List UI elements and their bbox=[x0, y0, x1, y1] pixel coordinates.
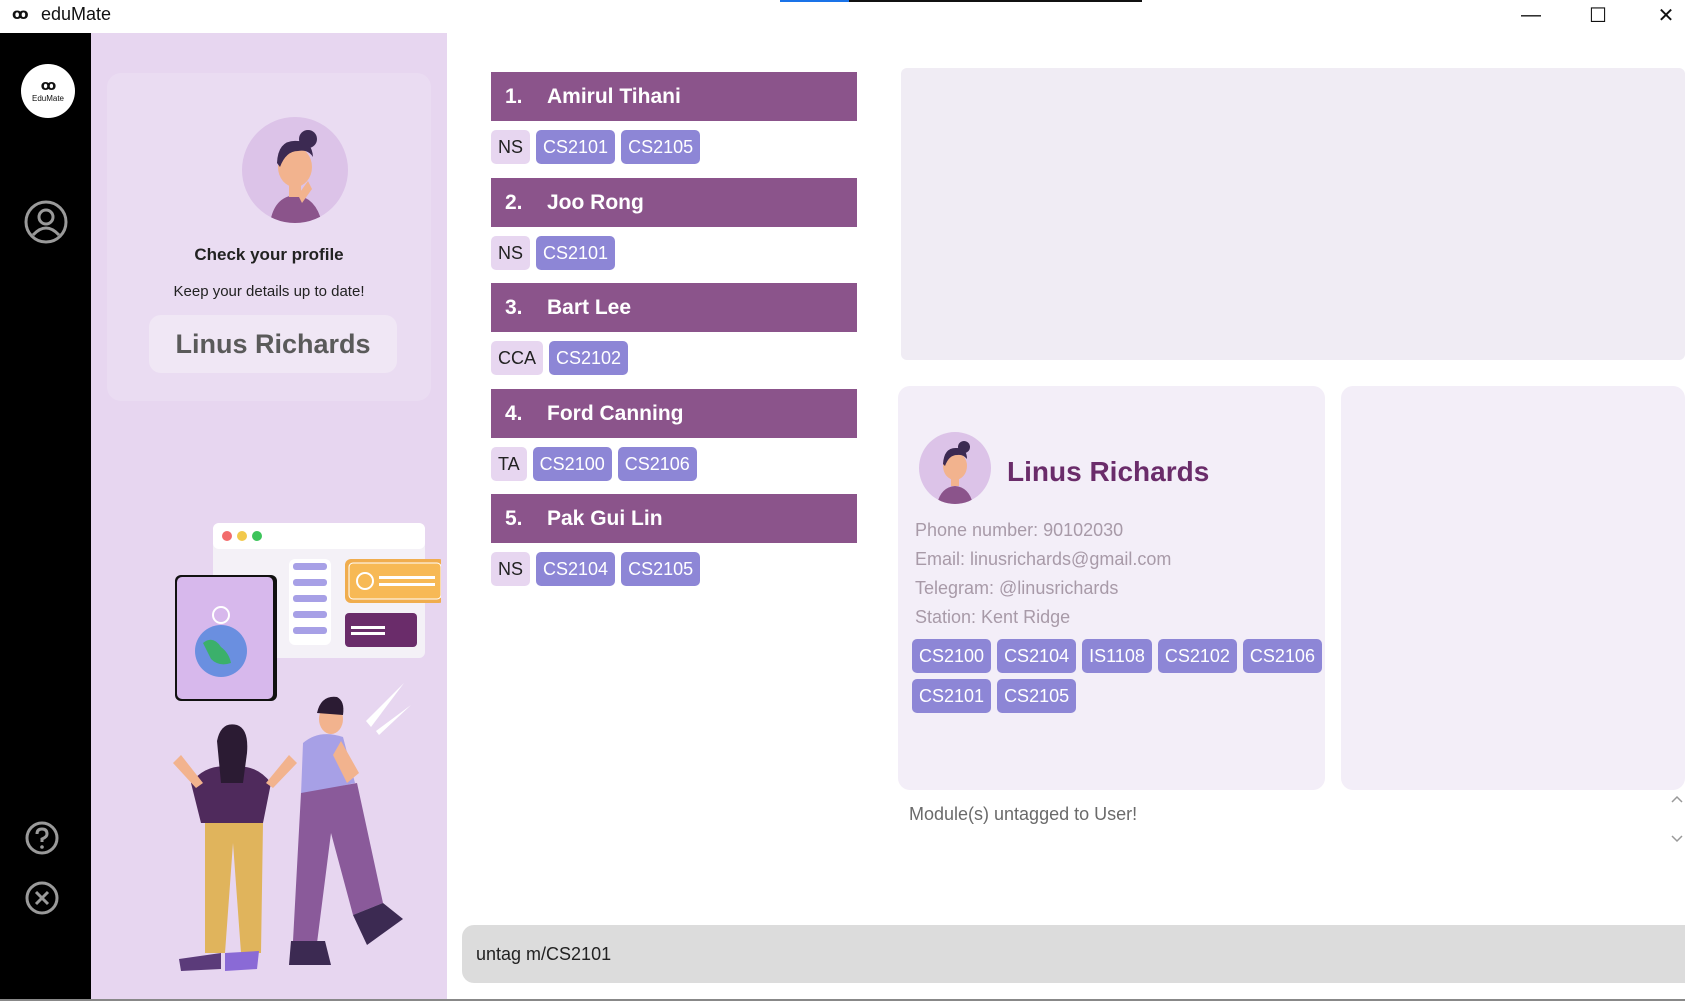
maximize-button[interactable]: ☐ bbox=[1575, 0, 1621, 30]
detail-module-tags: CS2100 CS2104 IS1108 CS2102 CS2106 CS2101 CS21… bbox=[912, 639, 1322, 713]
contact-name: Pak Gui Lin bbox=[547, 506, 663, 530]
contact-index: 3. bbox=[505, 295, 523, 319]
contact-tags: TA CS2100 CS2106 bbox=[491, 447, 857, 481]
group-tag: TA bbox=[491, 447, 527, 481]
contact-index: 4. bbox=[505, 401, 523, 425]
module-tag: CS2104 bbox=[997, 639, 1077, 673]
avatar bbox=[242, 117, 348, 223]
module-tag: CS2101 bbox=[536, 130, 616, 164]
contact-list-panel: 1. Amirul Tihani NS CS2101 CS2105 2. Joo Rong N… bbox=[462, 50, 870, 910]
command-input[interactable] bbox=[476, 925, 1666, 983]
module-tag: IS1108 bbox=[1082, 639, 1152, 673]
help-icon[interactable] bbox=[23, 820, 61, 858]
empty-display-area bbox=[901, 68, 1685, 360]
detail-name: Linus Richards bbox=[1007, 456, 1210, 487]
glasses-icon: ꝏ bbox=[40, 77, 57, 94]
group-tag: NS bbox=[491, 552, 531, 586]
detail-email: Email: linusrichards@gmail.com bbox=[915, 549, 1172, 569]
contact-header[interactable]: 3. Bart Lee bbox=[491, 283, 857, 332]
nav-sidebar: ꝏ EduMate bbox=[0, 33, 91, 999]
edumate-logo[interactable]: ꝏ EduMate bbox=[21, 64, 75, 118]
contact-card[interactable]: 2. Joo Rong NS CS2101 bbox=[491, 178, 857, 270]
contact-card[interactable]: 5. Pak Gui Lin NS CS2104 CS2105 bbox=[491, 494, 857, 586]
module-tag: CS2102 bbox=[549, 341, 629, 375]
module-tag: CS2101 bbox=[536, 236, 616, 270]
profile-name[interactable]: Linus Richards bbox=[149, 315, 397, 373]
detail-panel: Linus Richards Phone number: 90102030 Em… bbox=[882, 50, 1685, 910]
contact-name: Joo Rong bbox=[547, 190, 644, 214]
module-tag: CS2105 bbox=[621, 552, 701, 586]
contact-index: 1. bbox=[505, 84, 523, 108]
contact-name: Ford Canning bbox=[547, 401, 684, 425]
contact-tags: NS CS2101 bbox=[491, 236, 857, 270]
module-tag: CS2105 bbox=[621, 130, 701, 164]
contact-header[interactable]: 5. Pak Gui Lin bbox=[491, 494, 857, 543]
avatar bbox=[919, 432, 991, 504]
avatar-illustration bbox=[270, 130, 322, 223]
contact-detail-card: Linus Richards Phone number: 90102030 Em… bbox=[898, 386, 1325, 790]
close-button[interactable]: ✕ bbox=[1643, 0, 1685, 30]
contact-header[interactable]: 4. Ford Canning bbox=[491, 389, 857, 438]
secondary-card bbox=[1341, 386, 1685, 790]
module-tag: CS2100 bbox=[912, 639, 992, 673]
app-logo-icon: ꝏ bbox=[12, 5, 29, 23]
logo-text: EduMate bbox=[31, 93, 65, 103]
profile-card[interactable]: Check your profile Keep your details up … bbox=[107, 73, 431, 401]
module-tag: CS2105 bbox=[997, 679, 1077, 713]
contact-name: Bart Lee bbox=[547, 295, 632, 319]
detail-phone: Phone number: 90102030 bbox=[915, 520, 1124, 540]
detail-telegram: Telegram: @linusrichards bbox=[915, 578, 1119, 598]
profile-icon[interactable] bbox=[23, 199, 69, 245]
contact-card[interactable]: 1. Amirul Tihani NS CS2101 CS2105 bbox=[491, 72, 857, 164]
loading-progress-bar bbox=[780, 0, 1142, 2]
people-illustration bbox=[173, 523, 441, 971]
avatar-illustration bbox=[937, 441, 973, 504]
scroll-down-icon[interactable] bbox=[1670, 834, 1684, 844]
result-message: Module(s) untagged to User! bbox=[909, 804, 1138, 824]
group-tag: NS bbox=[491, 236, 531, 270]
contact-card[interactable]: 4. Ford Canning TA CS2100 CS2106 bbox=[491, 389, 857, 481]
contact-index: 5. bbox=[505, 506, 523, 530]
window-title: eduMate bbox=[41, 4, 112, 24]
contact-tags: CCA CS2102 bbox=[491, 341, 857, 375]
contact-tags: NS CS2104 CS2105 bbox=[491, 552, 857, 586]
contact-index: 2. bbox=[505, 190, 523, 214]
module-tag: CS2101 bbox=[912, 679, 992, 713]
loading-progress-fill bbox=[780, 0, 849, 2]
group-tag: CCA bbox=[491, 341, 544, 375]
contact-header[interactable]: 1. Amirul Tihani bbox=[491, 72, 857, 121]
contact-card[interactable]: 3. Bart Lee CCA CS2102 bbox=[491, 283, 857, 375]
minimize-button[interactable]: — bbox=[1508, 0, 1554, 30]
contact-name: Amirul Tihani bbox=[547, 84, 681, 108]
module-tag: CS2106 bbox=[617, 447, 697, 481]
profile-title: Check your profile bbox=[194, 245, 344, 264]
command-box bbox=[462, 925, 1685, 983]
profile-panel: Check your profile Keep your details up … bbox=[91, 33, 447, 999]
profile-subtitle: Keep your details up to date! bbox=[173, 283, 365, 300]
module-tag: CS2106 bbox=[1242, 639, 1322, 673]
detail-station: Station: Kent Ridge bbox=[915, 607, 1071, 627]
contact-header[interactable]: 2. Joo Rong bbox=[491, 178, 857, 227]
scroll-up-icon[interactable] bbox=[1670, 794, 1684, 804]
group-tag: NS bbox=[491, 130, 531, 164]
exit-icon[interactable] bbox=[23, 879, 61, 917]
module-tag: CS2104 bbox=[536, 552, 616, 586]
module-tag: CS2100 bbox=[532, 447, 612, 481]
contact-tags: NS CS2101 CS2105 bbox=[491, 130, 857, 164]
module-tag: CS2102 bbox=[1157, 639, 1237, 673]
title-bar: ꝏ eduMate — ☐ ✕ bbox=[0, 0, 1685, 33]
